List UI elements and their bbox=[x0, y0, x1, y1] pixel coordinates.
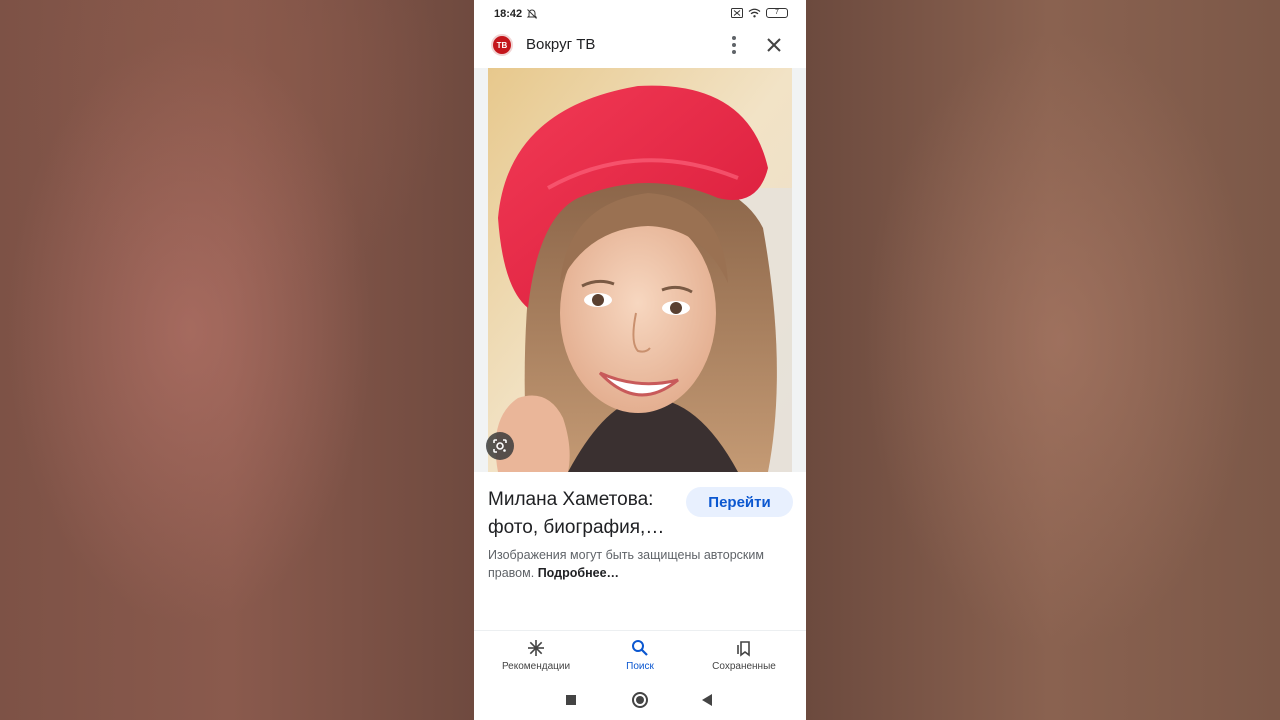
nav-label: Рекомендации bbox=[501, 661, 571, 672]
back-button[interactable] bbox=[702, 694, 712, 706]
collections-icon bbox=[737, 641, 750, 657]
result-title[interactable]: Милана Хаметова: фото, биография,… bbox=[488, 486, 683, 542]
result-header: ТВ Вокруг ТВ bbox=[474, 28, 806, 64]
battery-icon: 7 bbox=[766, 8, 788, 18]
search-icon bbox=[632, 640, 648, 656]
learn-more-link[interactable]: Подробнее… bbox=[538, 566, 619, 580]
asterisk-icon bbox=[528, 640, 544, 656]
muted-bell-icon bbox=[526, 9, 538, 19]
nav-label: Поиск bbox=[626, 661, 654, 672]
nav-label: Сохраненные bbox=[712, 661, 776, 672]
phone-screen: 18:42 7 ТВ Вокруг ТВ Милана Хаметова: фо… bbox=[474, 0, 806, 720]
portrait-illustration bbox=[488, 68, 792, 472]
status-icons: 7 bbox=[731, 8, 788, 18]
image-preview-area bbox=[474, 68, 806, 472]
nav-item-saved[interactable]: Сохраненные bbox=[694, 639, 794, 672]
google-lens-button[interactable] bbox=[486, 432, 514, 460]
site-name[interactable]: Вокруг ТВ bbox=[526, 36, 595, 53]
visit-button[interactable]: Перейти bbox=[686, 487, 793, 517]
bottom-navigation: Рекомендации Поиск Сохраненные bbox=[474, 630, 806, 680]
status-bar: 18:42 7 bbox=[474, 0, 806, 28]
system-navigation-bar bbox=[474, 680, 806, 720]
lens-icon bbox=[493, 439, 507, 453]
nav-item-recommendations[interactable]: Рекомендации bbox=[486, 639, 586, 672]
copyright-text: Изображения могут быть защищены авторски… bbox=[488, 548, 764, 580]
result-image[interactable] bbox=[488, 68, 792, 472]
sim-off-icon bbox=[731, 8, 743, 18]
status-time: 18:42 bbox=[494, 8, 523, 20]
recents-button[interactable] bbox=[566, 695, 576, 705]
nav-item-search[interactable]: Поиск bbox=[590, 639, 690, 672]
home-button[interactable] bbox=[632, 692, 648, 708]
site-favicon: ТВ bbox=[491, 34, 513, 56]
wifi-icon bbox=[748, 8, 761, 18]
copyright-notice: Изображения могут быть защищены авторски… bbox=[488, 546, 798, 582]
more-options-icon[interactable] bbox=[724, 33, 744, 57]
close-icon[interactable] bbox=[764, 35, 784, 55]
